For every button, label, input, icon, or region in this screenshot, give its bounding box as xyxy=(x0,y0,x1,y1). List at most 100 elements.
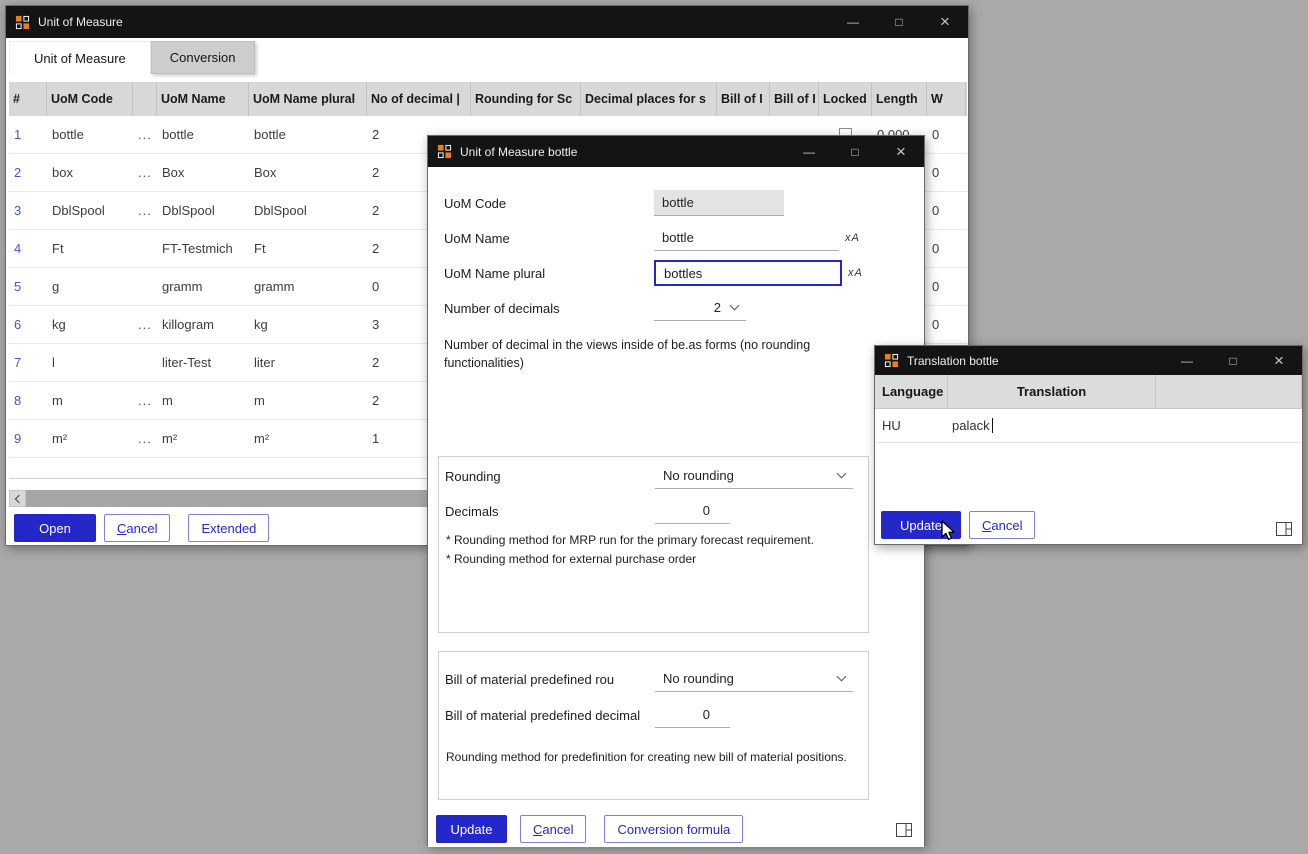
column-header[interactable]: Bill of I xyxy=(770,82,819,116)
window-layout-icon[interactable] xyxy=(1276,522,1292,536)
uom-code-cell: m² xyxy=(47,431,133,446)
chevron-down-icon xyxy=(730,301,740,311)
close-icon[interactable]: × xyxy=(1256,346,1302,375)
row-number: 1 xyxy=(9,127,47,142)
decimals-row: Decimals xyxy=(445,498,862,524)
uom-name-cell: m xyxy=(157,393,249,408)
translate-icon[interactable]: xA xyxy=(848,267,863,279)
minimize-icon[interactable]: — xyxy=(1164,346,1210,375)
row-number: 9 xyxy=(9,431,47,446)
translate-icon[interactable]: xA xyxy=(845,232,860,244)
chevron-down-icon xyxy=(837,469,847,479)
translation-titlebar[interactable]: Translation bottle — □ × xyxy=(875,346,1302,375)
translation-column-header[interactable]: Translation xyxy=(948,375,1156,408)
main-titlebar[interactable]: Unit of Measure — □ × xyxy=(6,6,968,38)
minimize-icon[interactable]: — xyxy=(830,6,876,38)
bom-rounding-select[interactable]: No rounding xyxy=(655,666,853,692)
main-window-title: Unit of Measure xyxy=(38,15,830,29)
bom-group: Bill of material predefined rou No round… xyxy=(438,651,869,800)
tab-unit-of-measure[interactable]: Unit of Measure xyxy=(9,41,151,74)
column-header[interactable]: Locked xyxy=(819,82,872,116)
scroll-left-arrow-icon[interactable] xyxy=(9,490,26,507)
maximize-icon[interactable]: □ xyxy=(832,136,878,167)
rounding-select[interactable]: No rounding xyxy=(655,463,853,489)
language-column-header[interactable]: Language xyxy=(875,375,948,408)
uom-name-cell: FT-Testmich xyxy=(157,241,249,256)
language-cell: HU xyxy=(875,409,948,442)
uom-code-cell: bottle xyxy=(47,127,133,142)
ellipsis-button[interactable]: ... xyxy=(133,203,157,218)
w-cell: 0 xyxy=(927,279,966,294)
uom-code-cell: m xyxy=(47,393,133,408)
column-header[interactable]: Bill of I xyxy=(717,82,770,116)
maximize-icon[interactable]: □ xyxy=(1210,346,1256,375)
uom-code-row: UoM Code xyxy=(444,190,908,216)
translation-cell[interactable]: palack xyxy=(948,409,1156,442)
row-number: 3 xyxy=(9,203,47,218)
close-icon[interactable]: × xyxy=(878,136,924,167)
column-header[interactable]: W xyxy=(927,82,966,116)
cancel-button[interactable]: Cancel xyxy=(520,815,586,843)
uom-plural-cell: liter xyxy=(249,355,367,370)
app-logo-icon xyxy=(884,353,899,368)
maximize-icon[interactable]: □ xyxy=(876,6,922,38)
conversion-formula-button[interactable]: Conversion formula xyxy=(604,815,743,843)
w-cell: 0 xyxy=(927,127,966,142)
uom-table-header: #UoM Code UoM NameUoM Name pluralNo of de… xyxy=(9,82,967,116)
cancel-button[interactable]: Cancel xyxy=(104,514,170,542)
uom-name-cell: liter-Test xyxy=(157,355,249,370)
window-layout-icon[interactable] xyxy=(896,823,912,837)
bom-note: Rounding method for predefinition for cr… xyxy=(446,750,864,764)
column-header[interactable]: UoM Name xyxy=(157,82,249,116)
rounding-value: No rounding xyxy=(663,468,734,483)
column-header[interactable]: No of decimal | xyxy=(367,82,471,116)
uom-plural-cell: m² xyxy=(249,431,367,446)
column-header[interactable]: UoM Code xyxy=(47,82,133,116)
column-header[interactable]: Length xyxy=(872,82,927,116)
extended-button[interactable]: Extended xyxy=(188,514,269,542)
close-icon[interactable]: × xyxy=(922,6,968,38)
uom-code-cell: Ft xyxy=(47,241,133,256)
tab-conversion[interactable]: Conversion xyxy=(151,41,255,74)
rounding-note-2: * Rounding method for external purchase … xyxy=(446,552,864,566)
update-button[interactable]: Update xyxy=(436,815,507,843)
uom-dialog-titlebar[interactable]: Unit of Measure bottle — □ × xyxy=(428,136,924,167)
bom-decimals-input[interactable] xyxy=(655,702,730,728)
column-header[interactable]: UoM Name plural xyxy=(249,82,367,116)
column-header[interactable]: Rounding for Sc xyxy=(471,82,581,116)
ellipsis-button[interactable]: ... xyxy=(133,317,157,332)
open-button[interactable]: Open xyxy=(14,514,96,542)
column-header[interactable]: Decimal places for s xyxy=(581,82,717,116)
uom-name-cell: gramm xyxy=(157,279,249,294)
uom-plural-input[interactable] xyxy=(654,260,842,286)
num-decimals-select[interactable]: 2 xyxy=(654,295,746,321)
ellipsis-button[interactable]: ... xyxy=(133,127,157,142)
cancel-button[interactable]: Cancel xyxy=(969,511,1035,539)
ellipsis-button[interactable]: ... xyxy=(133,393,157,408)
column-header[interactable]: # xyxy=(9,82,47,116)
uom-plural-cell: gramm xyxy=(249,279,367,294)
bom-rounding-value: No rounding xyxy=(663,671,734,686)
uom-code-cell: DblSpool xyxy=(47,203,133,218)
decimals-input[interactable] xyxy=(655,498,730,524)
uom-dialog-footer: Update Cancel Conversion formula xyxy=(436,815,743,843)
uom-code-cell: g xyxy=(47,279,133,294)
w-cell: 0 xyxy=(927,241,966,256)
rounding-note-1: * Rounding method for MRP run for the pr… xyxy=(446,533,864,547)
num-decimals-value: 2 xyxy=(714,300,721,315)
ellipsis-button[interactable]: ... xyxy=(133,165,157,180)
window-controls: — □ × xyxy=(830,6,968,38)
column-header[interactable] xyxy=(133,82,157,116)
uom-plural-row: UoM Name plural xA xyxy=(444,260,908,286)
scrollbar-thumb[interactable] xyxy=(26,490,430,507)
update-button[interactable]: Update xyxy=(881,511,961,539)
rounding-label: Rounding xyxy=(445,469,655,484)
ellipsis-button[interactable]: ... xyxy=(133,431,157,446)
uom-code-cell: l xyxy=(47,355,133,370)
empty-cell xyxy=(1156,409,1302,442)
minimize-icon[interactable]: — xyxy=(786,136,832,167)
uom-code-cell: box xyxy=(47,165,133,180)
translation-row[interactable]: HU palack xyxy=(875,409,1302,443)
bom-decimals-row: Bill of material predefined decimal xyxy=(445,702,862,728)
uom-name-input[interactable] xyxy=(654,225,839,251)
